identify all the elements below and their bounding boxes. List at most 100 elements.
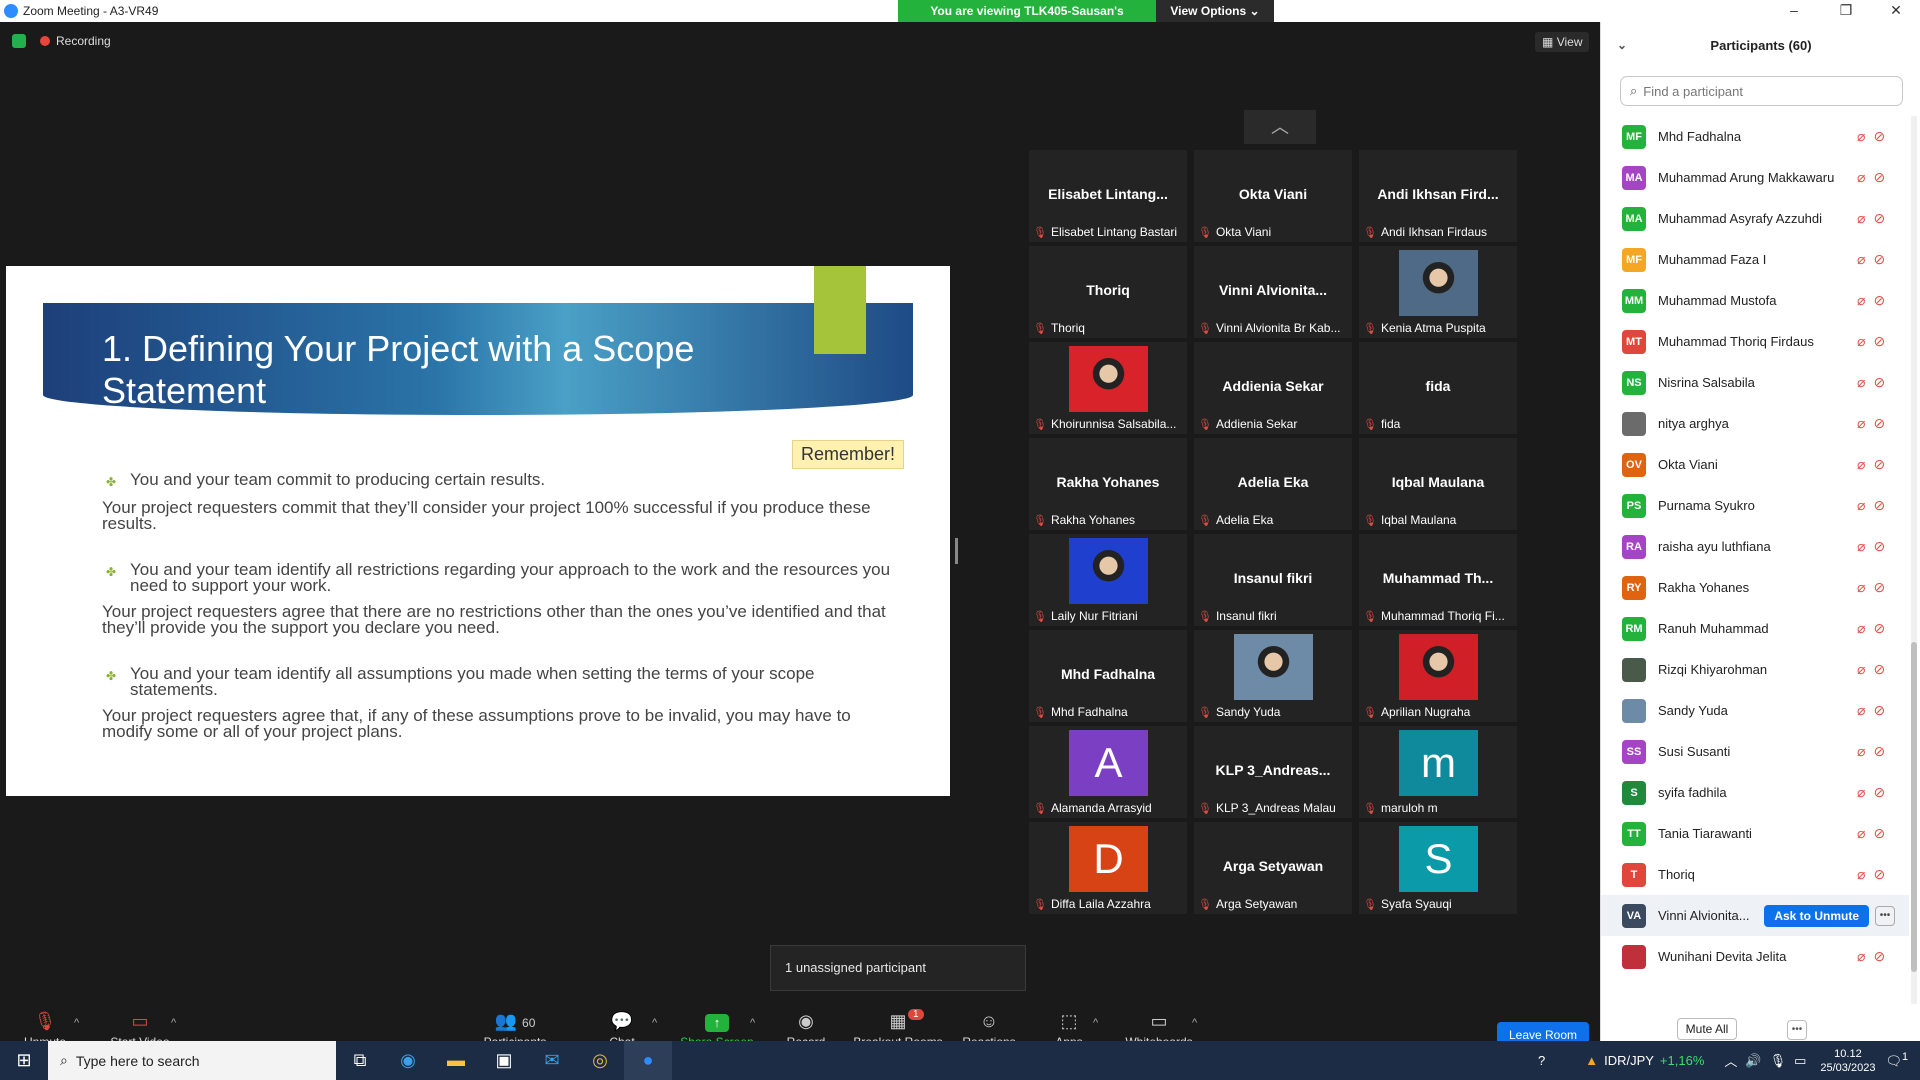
video-tile[interactable]: Elisabet Lintang... 🎙 Elisabet Lintang Bas…	[1029, 150, 1187, 242]
minimize-button[interactable]: –	[1774, 0, 1814, 22]
mic-muted-icon[interactable]: ⌀	[1857, 825, 1865, 842]
mic-muted-icon[interactable]: ⌀	[1857, 497, 1865, 514]
view-button[interactable]: ▦ View	[1535, 32, 1590, 52]
clock[interactable]: 10.12 25/03/2023	[1820, 1047, 1875, 1075]
ask-to-unmute-button[interactable]: Ask to Unmute	[1764, 904, 1869, 927]
mic-muted-icon[interactable]: ⌀	[1857, 620, 1865, 637]
gallery-up-button[interactable]: ︿	[1244, 110, 1316, 144]
video-off-icon[interactable]: ⊘	[1873, 251, 1885, 268]
mute-all-button[interactable]: Mute All	[1677, 1018, 1737, 1040]
video-tile[interactable]: Rakha Yohanes 🎙 Rakha Yohanes	[1029, 438, 1187, 530]
video-tile[interactable]: Muhammad Th... 🎙 Muhammad Thoriq Fi...	[1359, 534, 1517, 626]
chevron-up-icon[interactable]: ︿	[1724, 1051, 1737, 1070]
mic-muted-icon[interactable]: ⌀	[1857, 743, 1865, 760]
video-tile[interactable]: Insanul fikri 🎙 Insanul fikri	[1194, 534, 1352, 626]
mic-icon[interactable]: 🎙	[1770, 1053, 1787, 1069]
video-off-icon[interactable]: ⊘	[1873, 661, 1885, 678]
store-icon[interactable]: ▣	[480, 1041, 528, 1080]
participant-row[interactable]: SS Susi Susanti ⌀ ⊘	[1601, 731, 1909, 772]
mic-muted-icon[interactable]: ⌀	[1857, 702, 1865, 719]
video-off-icon[interactable]: ⊘	[1873, 866, 1885, 883]
video-tile[interactable]: 🎙 Kenia Atma Puspita	[1359, 246, 1517, 338]
notification-icon[interactable]: 🗨1	[1885, 1051, 1908, 1069]
video-tile[interactable]: 🎙 Sandy Yuda	[1194, 630, 1352, 722]
zoom-taskbar-icon[interactable]: ●	[624, 1041, 672, 1080]
caret-up-icon[interactable]: ^	[171, 1017, 176, 1029]
network-icon[interactable]: ▭	[1794, 1053, 1806, 1069]
participant-row[interactable]: Wunihani Devita Jelita ⌀ ⊘	[1601, 936, 1909, 977]
video-tile[interactable]: Adelia Eka 🎙 Adelia Eka	[1194, 438, 1352, 530]
mic-muted-icon[interactable]: ⌀	[1857, 948, 1865, 965]
mic-muted-icon[interactable]: ⌀	[1857, 128, 1865, 145]
taskbar-search[interactable]: ⌕ Type here to search	[48, 1041, 336, 1080]
video-tile[interactable]: D 🎙 Diffa Laila Azzahra	[1029, 822, 1187, 914]
recording-label[interactable]: Recording	[56, 34, 111, 48]
participant-row[interactable]: nitya arghya ⌀ ⊘	[1601, 403, 1909, 444]
task-view-icon[interactable]: ⧉	[336, 1041, 384, 1080]
mic-muted-icon[interactable]: ⌀	[1857, 333, 1865, 350]
video-off-icon[interactable]: ⊘	[1873, 292, 1885, 309]
file-explorer-icon[interactable]: ▬	[432, 1041, 480, 1080]
mic-muted-icon[interactable]: ⌀	[1857, 251, 1865, 268]
video-tile[interactable]: fida 🎙 fida	[1359, 342, 1517, 434]
chevron-down-icon[interactable]: ⌄	[1617, 38, 1627, 52]
video-tile[interactable]: A 🎙 Alamanda Arrasyid	[1029, 726, 1187, 818]
video-tile[interactable]: Iqbal Maulana 🎙 Iqbal Maulana	[1359, 438, 1517, 530]
participant-row[interactable]: MT Muhammad Thoriq Firdaus ⌀ ⊘	[1601, 321, 1909, 362]
video-off-icon[interactable]: ⊘	[1873, 948, 1885, 965]
video-off-icon[interactable]: ⊘	[1873, 169, 1885, 186]
scrollbar-thumb[interactable]	[1911, 642, 1917, 972]
video-off-icon[interactable]: ⊘	[1873, 456, 1885, 473]
video-off-icon[interactable]: ⊘	[1873, 743, 1885, 760]
mic-muted-icon[interactable]: ⌀	[1857, 415, 1865, 432]
caret-up-icon[interactable]: ^	[750, 1017, 755, 1029]
video-off-icon[interactable]: ⊘	[1873, 415, 1885, 432]
participant-row[interactable]: OV Okta Viani ⌀ ⊘	[1601, 444, 1909, 485]
participant-row[interactable]: MF Muhammad Faza I ⌀ ⊘	[1601, 239, 1909, 280]
video-tile[interactable]: S 🎙 Syafa Syauqi	[1359, 822, 1517, 914]
participant-row[interactable]: RM Ranuh Muhammad ⌀ ⊘	[1601, 608, 1909, 649]
participant-row[interactable]: Ssyifa fadhila ⌀ ⊘	[1601, 772, 1909, 813]
video-off-icon[interactable]: ⊘	[1873, 333, 1885, 350]
video-tile[interactable]: KLP 3_Andreas... 🎙 KLP 3_Andreas Malau	[1194, 726, 1352, 818]
participant-row[interactable]: MM Muhammad Mustofa ⌀ ⊘	[1601, 280, 1909, 321]
video-tile[interactable]: Mhd Fadhalna 🎙 Mhd Fadhalna	[1029, 630, 1187, 722]
participant-row[interactable]: MF Mhd Fadhalna ⌀ ⊘	[1601, 116, 1909, 157]
mic-muted-icon[interactable]: ⌀	[1857, 374, 1865, 391]
video-off-icon[interactable]: ⊘	[1873, 702, 1885, 719]
participant-row[interactable]: VA Vinni Alvionita... Ask to Unmute •••	[1601, 895, 1909, 936]
video-tile[interactable]: Addienia Sekar 🎙 Addienia Sekar	[1194, 342, 1352, 434]
video-off-icon[interactable]: ⊘	[1873, 210, 1885, 227]
mic-muted-icon[interactable]: ⌀	[1857, 292, 1865, 309]
video-off-icon[interactable]: ⊘	[1873, 620, 1885, 637]
edge-icon[interactable]: ◉	[384, 1041, 432, 1080]
maximize-button[interactable]: ❐	[1826, 0, 1866, 22]
caret-up-icon[interactable]: ^	[1093, 1017, 1098, 1029]
participant-row[interactable]: Sandy Yuda ⌀ ⊘	[1601, 690, 1909, 731]
participant-row[interactable]: RY Rakha Yohanes ⌀ ⊘	[1601, 567, 1909, 608]
video-off-icon[interactable]: ⊘	[1873, 497, 1885, 514]
participant-row[interactable]: RA raisha ayu luthfiana ⌀ ⊘	[1601, 526, 1909, 567]
more-options-button[interactable]: •••	[1787, 1020, 1807, 1040]
video-tile[interactable]: Andi Ikhsan Fird... 🎙 Andi Ikhsan Firdaus	[1359, 150, 1517, 242]
video-tile[interactable]: 🎙 Laily Nur Fitriani	[1029, 534, 1187, 626]
video-off-icon[interactable]: ⊘	[1873, 374, 1885, 391]
video-tile[interactable]: Okta Viani 🎙 Okta Viani	[1194, 150, 1352, 242]
mic-muted-icon[interactable]: ⌀	[1857, 661, 1865, 678]
video-tile[interactable]: 🎙 Khoirunnisa Salsabila...	[1029, 342, 1187, 434]
mic-muted-icon[interactable]: ⌀	[1857, 784, 1865, 801]
caret-up-icon[interactable]: ^	[74, 1017, 79, 1029]
participant-row[interactable]: Rizqi Khiyarohman ⌀ ⊘	[1601, 649, 1909, 690]
video-off-icon[interactable]: ⊘	[1873, 538, 1885, 555]
mail-icon[interactable]: ✉	[528, 1041, 576, 1080]
video-tile[interactable]: Thoriq 🎙 Thoriq	[1029, 246, 1187, 338]
view-options-button[interactable]: View Options ⌄	[1156, 0, 1274, 22]
participant-row[interactable]: T Thoriq ⌀ ⊘	[1601, 854, 1909, 895]
caret-up-icon[interactable]: ^	[1192, 1017, 1197, 1029]
participant-search-input[interactable]: ⌕ Find a participant	[1620, 76, 1903, 106]
video-off-icon[interactable]: ⊘	[1873, 784, 1885, 801]
mic-muted-icon[interactable]: ⌀	[1857, 210, 1865, 227]
windows-start-icon[interactable]: ⊞	[0, 1041, 48, 1080]
close-button[interactable]: ✕	[1876, 0, 1916, 22]
splitter-handle[interactable]	[955, 538, 958, 564]
